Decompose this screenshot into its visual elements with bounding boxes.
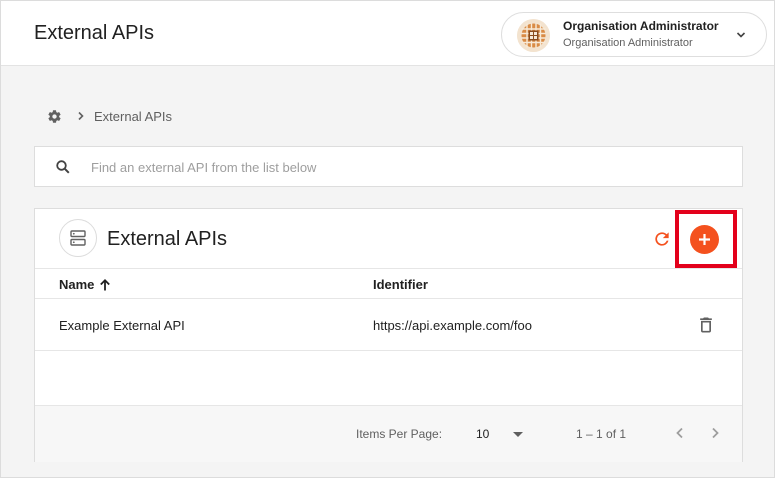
add-external-api-button[interactable] [690, 225, 719, 254]
organisation-logo-icon [517, 19, 550, 52]
top-bar: External APIs Organisation Administrator… [1, 1, 774, 66]
breadcrumb: External APIs [47, 107, 172, 125]
search-bar [34, 146, 743, 187]
user-menu-button[interactable]: Organisation Administrator Organisation … [501, 12, 767, 57]
search-icon [55, 159, 71, 175]
caret-down-icon [513, 432, 523, 437]
chevron-right-icon [712, 427, 719, 439]
external-apis-card: External APIs Name Identifier Example Ex… [34, 208, 743, 462]
plus-icon [699, 234, 710, 245]
items-per-page-label: Items Per Page: [356, 427, 443, 441]
column-header-name[interactable]: Name [59, 277, 112, 292]
column-header-identifier: Identifier [373, 277, 428, 292]
user-name: Organisation Administrator [563, 19, 719, 33]
search-input[interactable] [91, 155, 711, 179]
previous-page-button[interactable] [671, 424, 689, 442]
items-per-page-value: 10 [476, 427, 490, 441]
user-role: Organisation Administrator [563, 37, 693, 49]
chevron-right-icon [74, 109, 88, 123]
trash-icon [700, 317, 712, 333]
server-icon [59, 219, 97, 257]
card-header: External APIs [35, 209, 742, 268]
refresh-icon [655, 232, 669, 246]
table-header: Name Identifier [35, 268, 742, 299]
card-title: External APIs [107, 228, 228, 250]
chevron-left-icon [676, 427, 683, 439]
page-title: External APIs [34, 22, 155, 44]
refresh-button[interactable] [652, 229, 672, 249]
delete-button[interactable] [696, 315, 716, 335]
paginator: Items Per Page: 10 1 – 1 of 1 [35, 405, 742, 462]
api-identifier: https://api.example.com/foo [373, 318, 532, 333]
chevron-down-icon [734, 28, 748, 42]
next-page-button[interactable] [706, 424, 724, 442]
arrow-up-icon [100, 278, 111, 290]
page-range-label: 1 – 1 of 1 [576, 427, 627, 441]
gear-icon[interactable] [47, 109, 62, 124]
table-row[interactable]: Example External API https://api.example… [35, 299, 742, 351]
items-per-page-select[interactable]: 10 [471, 420, 527, 448]
api-name: Example External API [59, 318, 185, 333]
column-header-label: Name [59, 277, 95, 292]
breadcrumb-item-external-apis: External APIs [94, 108, 173, 124]
